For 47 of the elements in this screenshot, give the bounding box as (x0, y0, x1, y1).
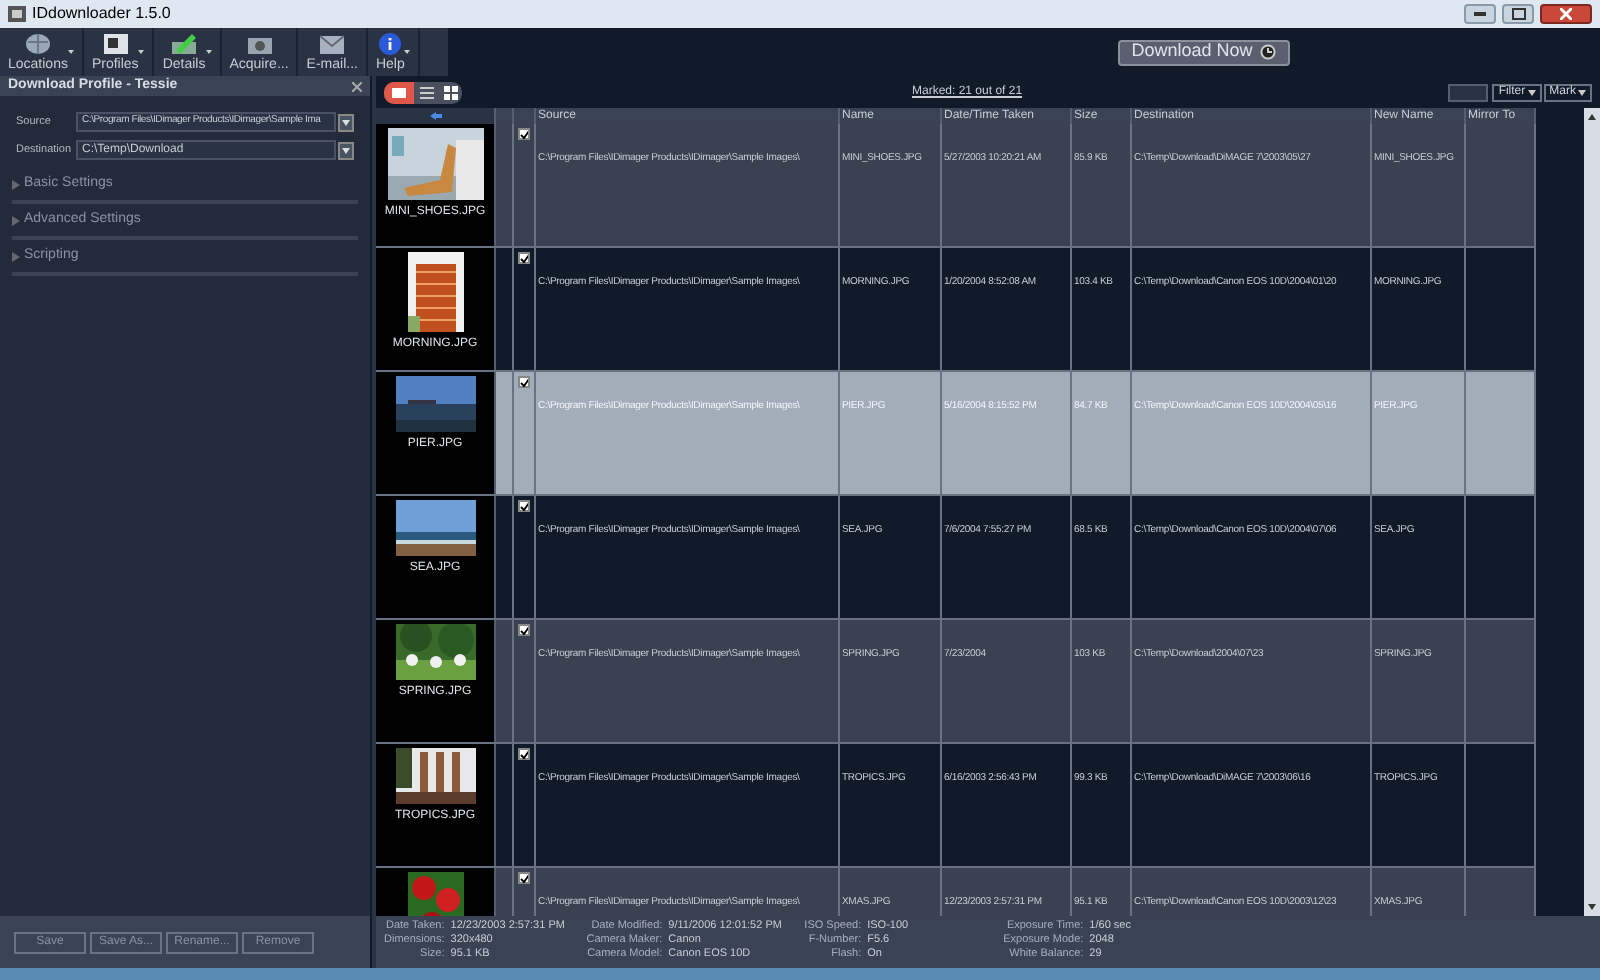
caret-icon (205, 50, 212, 54)
envelope-icon (318, 31, 347, 55)
caret-icon (342, 119, 350, 125)
view-mode-icon (390, 83, 408, 101)
globe-icon (23, 31, 52, 55)
view-mode-icon (417, 83, 435, 101)
app-icon (8, 6, 26, 22)
search-field[interactable] (1448, 83, 1489, 101)
scroll-down-icon (1588, 904, 1596, 910)
caret-icon (138, 50, 145, 54)
caret-icon (404, 50, 411, 54)
scrollbar[interactable] (1584, 108, 1600, 916)
expand-icon (12, 179, 20, 189)
checkbox[interactable] (518, 376, 530, 388)
close-icon (1560, 8, 1572, 20)
expand-icon (12, 251, 20, 261)
view-mode-button[interactable] (384, 81, 414, 103)
expand-icon (12, 215, 20, 225)
close-icon[interactable] (352, 81, 362, 91)
caret-icon (1527, 89, 1536, 95)
caret-icon (1578, 89, 1586, 95)
back-arrow-icon[interactable] (429, 112, 441, 120)
id-card-icon (101, 31, 130, 55)
download-now-button[interactable]: Download Now (1117, 39, 1291, 65)
checkbox[interactable] (518, 128, 530, 140)
maximize-button[interactable] (1502, 4, 1534, 24)
view-mode-button[interactable] (438, 81, 462, 103)
minimize-button[interactable] (1464, 4, 1496, 24)
pencil-icon (170, 31, 199, 55)
checkbox[interactable] (518, 500, 530, 512)
checkbox[interactable] (518, 748, 530, 760)
info-icon (376, 31, 405, 55)
maximize-icon (1511, 8, 1525, 20)
caret-icon (67, 50, 74, 54)
view-mode-icon (441, 83, 459, 101)
clock-icon (1260, 44, 1277, 60)
window-title: IDdownloader 1.5.0 (32, 2, 171, 26)
view-mode-button[interactable] (414, 81, 438, 103)
checkbox[interactable] (518, 872, 530, 884)
scroll-up-icon (1588, 114, 1596, 120)
checkbox[interactable] (518, 624, 530, 636)
checkbox[interactable] (518, 252, 530, 264)
close-button[interactable] (1540, 4, 1592, 24)
caret-icon (342, 147, 350, 153)
dropdown-button[interactable] (338, 141, 354, 159)
dropdown-button[interactable] (338, 113, 354, 131)
minimize-icon (1474, 12, 1486, 16)
